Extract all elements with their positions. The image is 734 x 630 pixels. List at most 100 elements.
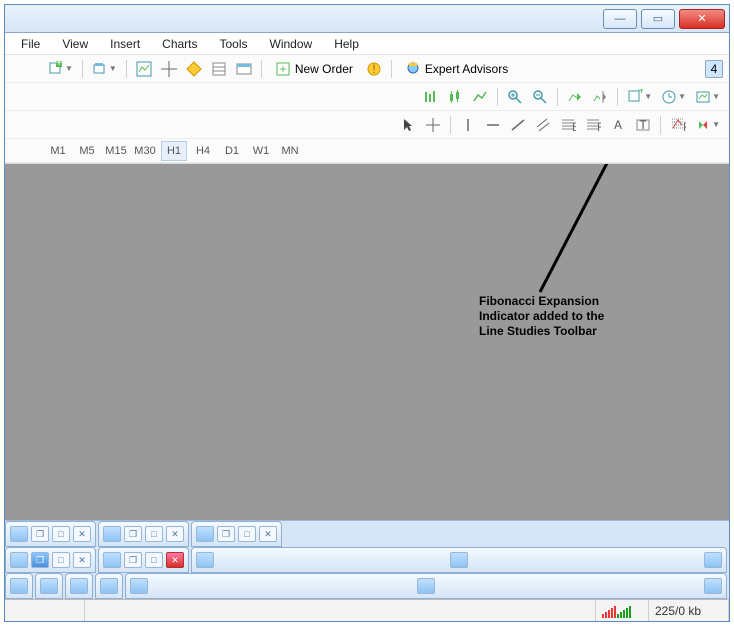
timeframe-m5[interactable]: M5	[74, 141, 100, 161]
chart-tab-icon	[417, 578, 435, 594]
chart-tab[interactable]	[35, 573, 63, 599]
chart-restore-icon[interactable]: ❐	[31, 526, 49, 542]
connection-indicator[interactable]	[596, 600, 649, 621]
menu-charts[interactable]: Charts	[152, 35, 207, 53]
menu-file[interactable]: File	[11, 35, 50, 53]
menu-help[interactable]: Help	[324, 35, 369, 53]
dropdown-arrow-icon: ▼	[65, 64, 73, 73]
fibonacci-expansion-button[interactable]: F	[667, 114, 689, 136]
chart-close-icon[interactable]: ✕	[73, 526, 91, 542]
auto-scroll-button[interactable]	[564, 86, 586, 108]
chart-restore-icon[interactable]: ❐	[217, 526, 235, 542]
arrows-button[interactable]: ▼	[692, 114, 723, 136]
chart-maximize-icon[interactable]: □	[238, 526, 256, 542]
chart-tab[interactable]	[191, 547, 727, 573]
status-bar: 225/0 kb	[5, 599, 729, 621]
chart-tab[interactable]: ❐□✕	[98, 547, 189, 573]
fibonacci-retracement-button[interactable]: E	[557, 114, 579, 136]
chart-maximize-icon[interactable]: □	[52, 526, 70, 542]
bar-chart-icon	[422, 89, 438, 105]
chart-tab-icon	[10, 552, 28, 568]
navigator-button[interactable]	[183, 58, 205, 80]
line-chart-button[interactable]	[469, 86, 491, 108]
separator	[557, 88, 558, 106]
chart-shift-button[interactable]	[589, 86, 611, 108]
terminal-button[interactable]	[233, 58, 255, 80]
periods-button[interactable]: ▼	[658, 86, 689, 108]
new-chart-button[interactable]: +▼	[45, 58, 76, 80]
chart-maximize-icon[interactable]: □	[52, 552, 70, 568]
crosshair-tool-button[interactable]	[422, 114, 444, 136]
text-button[interactable]: A	[607, 114, 629, 136]
timeframe-w1[interactable]: W1	[248, 141, 274, 161]
chart-close-icon[interactable]: ✕	[73, 552, 91, 568]
timeframe-d1[interactable]: D1	[219, 141, 245, 161]
chart-tab[interactable]: ❐□✕	[191, 521, 282, 547]
status-cell-main	[85, 600, 596, 621]
profiles-button[interactable]: ▼	[89, 58, 120, 80]
chart-restore-icon[interactable]: ❐	[124, 526, 142, 542]
menu-tools[interactable]: Tools	[210, 35, 258, 53]
zoom-in-button[interactable]	[504, 86, 526, 108]
timeframe-h1[interactable]: H1	[161, 141, 187, 161]
templates-button[interactable]: ▼	[692, 86, 723, 108]
horizontal-line-button[interactable]	[482, 114, 504, 136]
market-watch-button[interactable]	[133, 58, 155, 80]
svg-text:T: T	[639, 118, 647, 132]
chart-tab[interactable]	[125, 573, 727, 599]
menu-window[interactable]: Window	[260, 35, 323, 53]
vertical-line-button[interactable]	[457, 114, 479, 136]
separator	[391, 60, 392, 78]
chart-maximize-icon[interactable]: □	[145, 552, 163, 568]
fibonacci-expansion-icon: F	[670, 117, 686, 133]
data-window-button[interactable]	[208, 58, 230, 80]
cursor-button[interactable]	[397, 114, 419, 136]
fibonacci-horizontal-button[interactable]: F	[582, 114, 604, 136]
chart-restore-icon[interactable]: ❐	[124, 552, 142, 568]
chart-tab[interactable]	[5, 573, 33, 599]
new-order-button[interactable]: +New Order	[268, 58, 360, 80]
timeframe-mn[interactable]: MN	[277, 141, 303, 161]
status-traffic: 225/0 kb	[649, 600, 729, 621]
dropdown-arrow-icon: ▼	[712, 120, 720, 129]
candlestick-button[interactable]	[444, 86, 466, 108]
chart-tab[interactable]	[95, 573, 123, 599]
menu-insert[interactable]: Insert	[100, 35, 150, 53]
timeframe-m30[interactable]: M30	[132, 141, 158, 161]
chart-tab[interactable]: ❐□✕	[98, 521, 189, 547]
minimize-button[interactable]: —	[603, 9, 637, 29]
menu-view[interactable]: View	[52, 35, 98, 53]
maximize-button[interactable]: ▭	[641, 9, 675, 29]
crosshair-button[interactable]	[158, 58, 180, 80]
expert-advisors-button[interactable]: Expert Advisors	[398, 58, 515, 80]
chart-tab[interactable]: ❐□✕	[5, 521, 96, 547]
chart-maximize-icon[interactable]: □	[145, 526, 163, 542]
svg-text:E: E	[572, 120, 576, 133]
close-button[interactable]: ✕	[679, 9, 725, 29]
equidistant-channel-button[interactable]	[532, 114, 554, 136]
timeframe-m1[interactable]: M1	[45, 141, 71, 161]
chart-close-icon[interactable]: ✕	[166, 526, 184, 542]
svg-text:A: A	[614, 118, 622, 132]
chart-tab-icon	[10, 526, 28, 542]
bar-chart-button[interactable]	[419, 86, 441, 108]
dropdown-arrow-icon: ▼	[644, 92, 652, 101]
notifications-button[interactable]: 4	[705, 60, 723, 78]
separator	[126, 60, 127, 78]
alert-button[interactable]: !	[363, 58, 385, 80]
alert-icon: !	[366, 61, 382, 77]
trendline-button[interactable]	[507, 114, 529, 136]
chart-tab[interactable]: ❐□✕	[5, 547, 96, 573]
chart-close-icon[interactable]: ✕	[259, 526, 277, 542]
timeframe-toolbar: M1 M5 M15 M30 H1 H4 D1 W1 MN	[5, 139, 729, 163]
timeframe-h4[interactable]: H4	[190, 141, 216, 161]
text-label-button[interactable]: T	[632, 114, 654, 136]
expert-advisors-icon	[405, 61, 421, 77]
chart-tab[interactable]	[65, 573, 93, 599]
annotation-arrow	[5, 164, 729, 520]
chart-restore-icon[interactable]: ❐	[31, 552, 49, 568]
indicators-button[interactable]: +▼	[624, 86, 655, 108]
chart-close-icon[interactable]: ✕	[166, 552, 184, 568]
timeframe-m15[interactable]: M15	[103, 141, 129, 161]
zoom-out-button[interactable]	[529, 86, 551, 108]
